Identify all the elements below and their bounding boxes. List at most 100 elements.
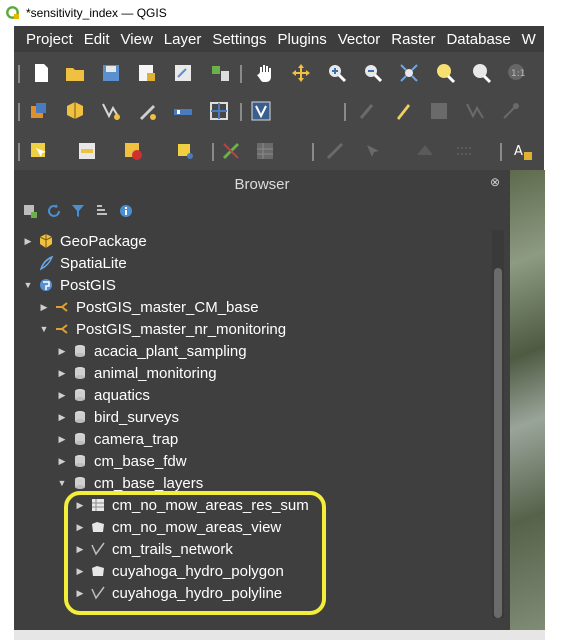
yellow-highlight-annotation — [64, 491, 326, 615]
database-icon — [75, 477, 85, 489]
menu-web[interactable]: W — [522, 31, 536, 48]
data-source-manager-icon[interactable] — [28, 100, 50, 122]
database-icon — [75, 367, 85, 379]
label-toolbar-icon[interactable]: A — [512, 140, 534, 162]
show-layout-manager-icon[interactable] — [172, 62, 194, 84]
map-canvas[interactable] — [510, 170, 545, 630]
menu-database[interactable]: Database — [446, 31, 510, 48]
select-by-value-icon[interactable] — [76, 140, 98, 162]
tree-item-bird-surveys[interactable]: ▶ bird_surveys — [56, 406, 180, 428]
tree-item-spatialite[interactable]: SpatiaLite — [22, 252, 127, 274]
select-location-icon[interactable] — [174, 140, 196, 162]
tree-item-camera-trap[interactable]: ▶ camera_trap — [56, 428, 179, 450]
toolbar-separator — [18, 143, 20, 161]
menu-edit[interactable]: Edit — [84, 31, 110, 48]
tree-item-aquatics[interactable]: ▶ aquatics — [56, 384, 150, 406]
new-project-icon[interactable] — [30, 62, 52, 84]
tree-item-postgis-master-nr-monitoring[interactable]: ▼ PostGIS_master_nr_monitoring — [38, 318, 287, 340]
menu-vector[interactable]: Vector — [338, 31, 381, 48]
save-project-icon[interactable] — [100, 62, 122, 84]
title-bar: *sensitivity_index — QGIS — [0, 0, 566, 26]
new-virtual-layer-icon[interactable] — [172, 100, 194, 122]
expand-arrow-icon[interactable]: ▶ — [56, 368, 68, 379]
postgis-icon — [40, 279, 52, 291]
add-feature-icon — [466, 103, 484, 119]
collapse-arrow-icon[interactable]: ▼ — [38, 324, 50, 334]
zoom-native-icon[interactable]: 1:1 — [506, 62, 528, 84]
toolbar-separator — [500, 143, 502, 161]
new-temporary-layer-icon[interactable] — [136, 100, 158, 122]
expand-arrow-icon[interactable]: ▶ — [56, 346, 68, 357]
database-icon — [75, 411, 85, 423]
close-panel-icon[interactable]: ⊗ — [488, 175, 502, 189]
open-project-icon[interactable] — [64, 62, 86, 84]
vertex-tool-icon — [503, 103, 519, 119]
new-print-layout-icon[interactable] — [136, 62, 158, 84]
expand-arrow-icon[interactable]: ▶ — [56, 390, 68, 401]
add-selected-layers-icon[interactable] — [22, 203, 38, 219]
menu-settings[interactable]: Settings — [212, 31, 266, 48]
toggle-editing-icon[interactable] — [392, 100, 414, 122]
status-bar — [14, 630, 545, 640]
tree-item-geopackage[interactable]: ▶ GeoPackage — [22, 230, 147, 252]
tree-item-label: aquatics — [94, 386, 150, 404]
field-calculator-icon[interactable] — [220, 140, 242, 162]
style-manager-icon[interactable] — [210, 62, 232, 84]
tree-item-label: SpatiaLite — [60, 254, 127, 272]
refresh-icon[interactable] — [46, 203, 62, 219]
tree-item-postgis[interactable]: ▼ PostGIS — [22, 274, 116, 296]
menu-view[interactable]: View — [121, 31, 153, 48]
menu-layer[interactable]: Layer — [164, 31, 202, 48]
database-icon — [75, 389, 85, 401]
deselect-features-icon[interactable] — [122, 140, 144, 162]
zoom-in-icon[interactable] — [326, 62, 348, 84]
menu-project[interactable]: Project — [26, 31, 73, 48]
identify-features-icon — [367, 145, 379, 157]
scrollbar-thumb[interactable] — [494, 268, 502, 618]
zoom-out-icon[interactable] — [362, 62, 384, 84]
collapse-all-icon[interactable] — [94, 203, 110, 219]
new-geopackage-layer-icon[interactable] — [64, 100, 86, 122]
toolbar-separator — [212, 143, 214, 161]
qgis-logo-icon — [6, 6, 19, 19]
new-shapefile-layer-icon[interactable] — [100, 100, 122, 122]
open-attribute-table-icon[interactable] — [254, 140, 276, 162]
zoom-to-selection-icon[interactable] — [434, 62, 456, 84]
properties-icon[interactable] — [118, 203, 134, 219]
digitize-with-segment-icon[interactable] — [250, 100, 272, 122]
pan-map-icon[interactable] — [254, 62, 276, 84]
zoom-full-icon[interactable] — [398, 62, 420, 84]
tree-item-label: PostGIS_master_CM_base — [76, 298, 259, 316]
vertical-scrollbar[interactable] — [492, 230, 504, 618]
spatialite-icon — [39, 255, 54, 271]
svg-text:1:1: 1:1 — [511, 69, 525, 79]
zoom-to-layer-icon[interactable] — [470, 62, 492, 84]
expand-arrow-icon[interactable]: ▶ — [22, 236, 34, 247]
database-icon — [75, 433, 85, 445]
menu-raster[interactable]: Raster — [391, 31, 435, 48]
tree-item-label: bird_surveys — [94, 408, 180, 426]
expand-arrow-icon[interactable]: ▶ — [38, 302, 50, 313]
tree-item-acacia-plant-sampling[interactable]: ▶ acacia_plant_sampling — [56, 340, 247, 362]
menu-plugins[interactable]: Plugins — [278, 31, 327, 48]
collapse-arrow-icon[interactable]: ▼ — [22, 280, 34, 290]
collapse-arrow-icon[interactable]: ▼ — [56, 478, 68, 488]
current-edits-icon — [359, 104, 374, 119]
tree-item-cm-base-fdw[interactable]: ▶ cm_base_fdw — [56, 450, 187, 472]
tree-item-label: acacia_plant_sampling — [94, 342, 247, 360]
select-features-icon[interactable] — [28, 140, 50, 162]
new-mesh-layer-icon[interactable] — [208, 100, 230, 122]
filter-icon[interactable] — [70, 203, 86, 219]
expand-arrow-icon[interactable]: ▶ — [56, 434, 68, 445]
tree-item-postgis-master-cm-base[interactable]: ▶ PostGIS_master_CM_base — [38, 296, 259, 318]
expand-arrow-icon[interactable]: ▶ — [56, 456, 68, 467]
measure-line-icon — [326, 142, 344, 160]
tree-item-animal-monitoring[interactable]: ▶ animal_monitoring — [56, 362, 217, 384]
tree-item-label: animal_monitoring — [94, 364, 217, 382]
svg-text:A: A — [514, 144, 523, 159]
expand-arrow-icon[interactable]: ▶ — [56, 412, 68, 423]
pan-to-selection-icon[interactable] — [290, 62, 312, 84]
browser-panel-title: Browser — [234, 176, 290, 193]
tree-item-label: PostGIS_master_nr_monitoring — [76, 320, 287, 338]
tree-item-label: PostGIS — [60, 276, 116, 294]
